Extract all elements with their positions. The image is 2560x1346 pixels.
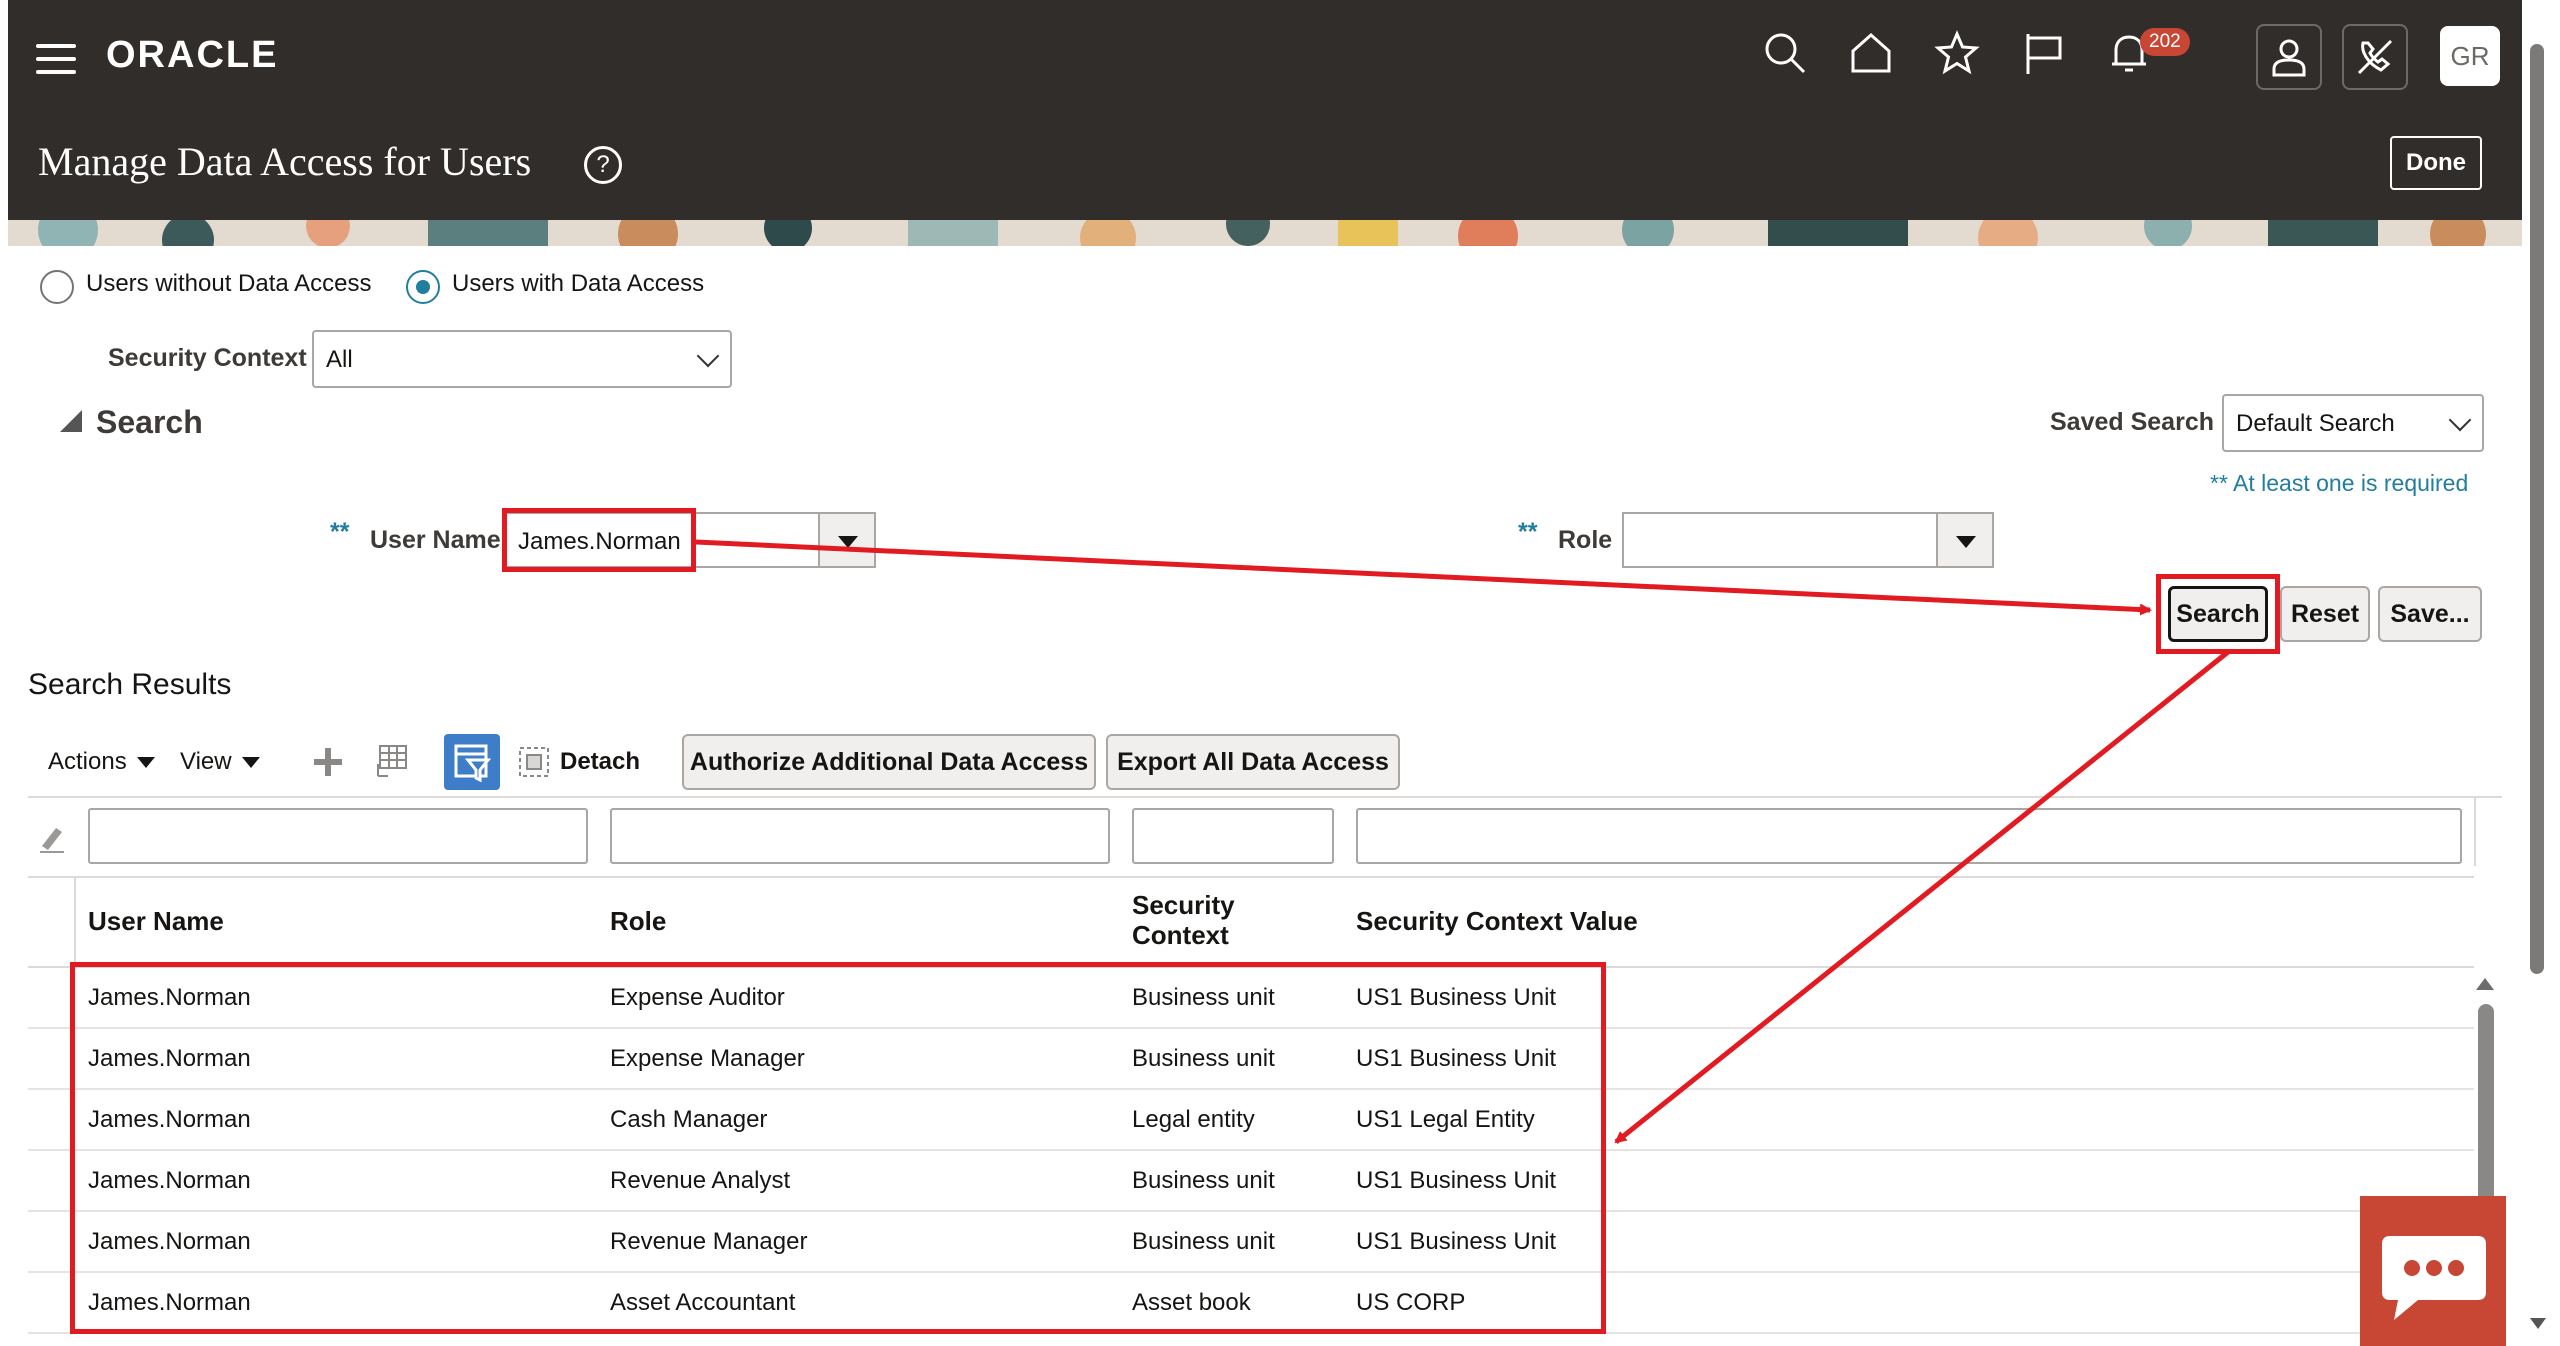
annotation-arrows — [695, 539, 2230, 1144]
